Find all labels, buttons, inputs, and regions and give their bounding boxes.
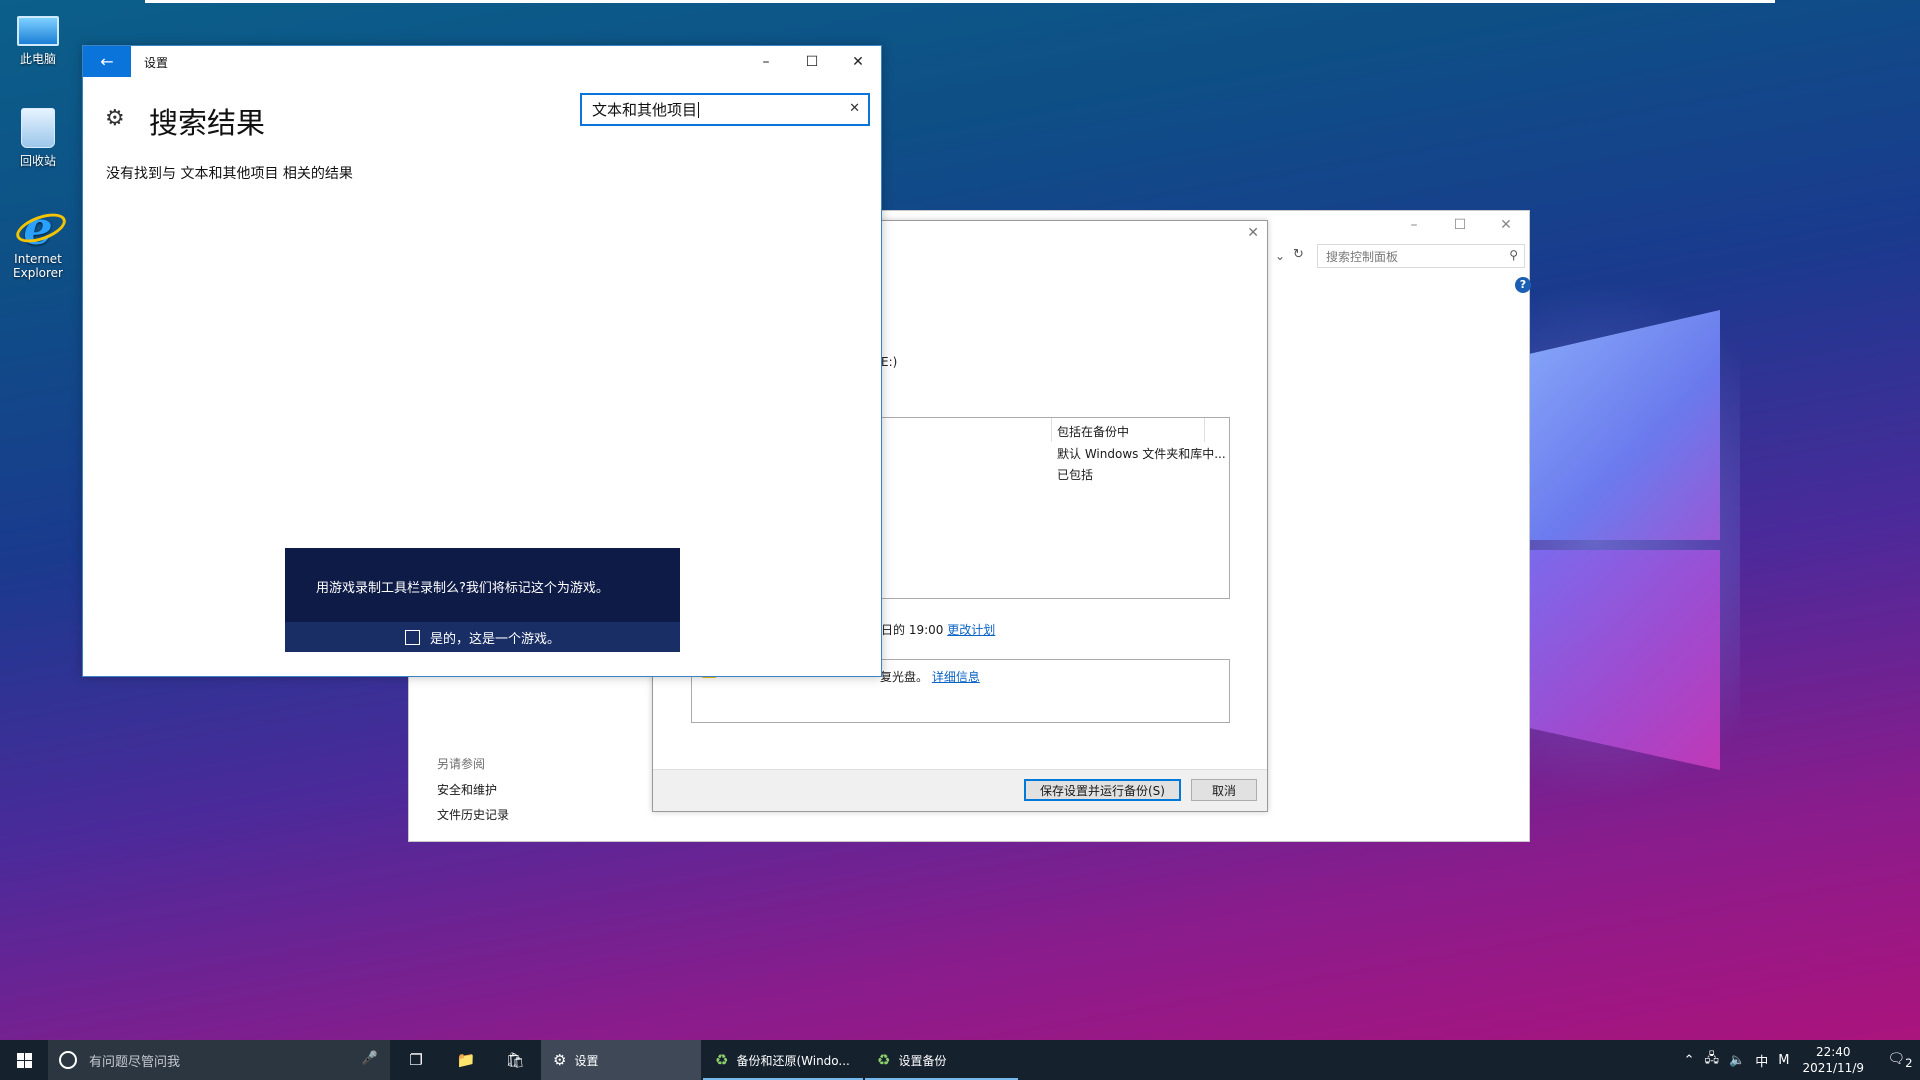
clock-date: 2021/11/9 (1802, 1061, 1864, 1075)
warning-message: 复光盘。 (880, 670, 929, 684)
task-view-icon[interactable]: ❐ (392, 1040, 440, 1080)
windows-logo-icon (16, 1052, 32, 1068)
settings-search-input[interactable]: 文本和其他项目 ✕ (580, 93, 870, 126)
backup-icon: ♻ (877, 1051, 891, 1069)
computer-icon (17, 16, 59, 46)
clear-search-icon[interactable]: ✕ (849, 101, 860, 116)
save-and-run-backup-button[interactable]: 保存设置并运行备份(S) (1024, 779, 1181, 801)
taskbar-search-box[interactable]: 有问题尽管问我 🎤 (48, 1040, 390, 1080)
gear-icon: ⚙ (105, 106, 125, 131)
window-title: 设置 (144, 56, 169, 70)
taskbar-app-label: 设置备份 (898, 1053, 947, 1068)
microphone-icon[interactable]: 🎤 (362, 1051, 378, 1066)
help-icon[interactable]: ? (1515, 277, 1531, 293)
recycle-bin-icon (21, 108, 55, 148)
close-icon[interactable]: ✕ (835, 46, 881, 77)
refresh-icon[interactable]: ↻ (1293, 247, 1304, 262)
address-dropdown-icon[interactable]: ⌄ (1275, 249, 1285, 263)
cancel-button[interactable]: 取消 (1191, 779, 1257, 801)
desktop-icon-recycle-bin[interactable]: 回收站 (6, 108, 70, 169)
no-results-message: 没有找到与 文本和其他项目 相关的结果 (106, 166, 353, 182)
desktop-icon-internet-explorer[interactable]: e Internet Explorer (6, 205, 70, 280)
taskbar-app-label: 备份和还原(Windo... (736, 1053, 850, 1068)
taskbar: 有问题尽管问我 🎤 ❐ 📁 🛍 ⚙ 设置 ♻ 备份和还原(Windo... ♻ … (0, 1040, 1920, 1080)
minimize-icon[interactable]: – (1391, 211, 1437, 239)
close-icon[interactable]: ✕ (1247, 225, 1259, 241)
file-explorer-icon[interactable]: 📁 (442, 1040, 490, 1080)
caption-buttons: – ☐ ✕ (743, 46, 881, 77)
control-panel-caption-buttons: – ☐ ✕ (1391, 211, 1529, 239)
schedule-text: 日的 19:00 更改计划 (881, 621, 995, 638)
checkbox-icon[interactable] (404, 629, 420, 645)
link-file-history[interactable]: 文件历史记录 (437, 806, 509, 823)
clock[interactable]: 22:40 2021/11/9 (1802, 1044, 1864, 1076)
dialog-footer: 保存设置并运行备份(S) 取消 (653, 769, 1267, 811)
game-bar-message: 用游戏录制工具栏录制么?我们将标记这个为游戏。 (316, 581, 609, 596)
link-security-maintenance[interactable]: 安全和维护 (437, 781, 497, 798)
close-icon[interactable]: ✕ (1483, 211, 1529, 239)
more-info-link[interactable]: 详细信息 (932, 670, 980, 684)
ime-language-indicator[interactable]: 中 (1755, 1051, 1768, 1070)
back-button[interactable]: ← (83, 46, 131, 77)
start-button[interactable] (0, 1040, 48, 1080)
control-panel-search-input[interactable]: 搜索控制面板 ⚲ (1317, 244, 1525, 268)
desktop-icon-label: Internet Explorer (13, 252, 63, 280)
network-icon[interactable]: 🖧 (1705, 1049, 1720, 1071)
list-item[interactable]: 已包括 (1057, 466, 1093, 483)
taskbar-search-placeholder: 有问题尽管问我 (89, 1054, 181, 1070)
desktop-icon-label: 此电脑 (19, 52, 56, 66)
gear-icon: ⚙ (553, 1051, 567, 1069)
volume-icon[interactable]: 🔈 (1729, 1053, 1745, 1068)
maximize-icon[interactable]: ☐ (1437, 211, 1483, 239)
warning-text: 复光盘。 详细信息 (880, 668, 980, 685)
game-bar-prompt: 用游戏录制工具栏录制么?我们将标记这个为游戏。 是的，这是一个游戏。 (285, 548, 680, 652)
search-icon[interactable]: ⚲ (1509, 248, 1518, 262)
text-caret (698, 101, 700, 118)
system-tray: ⌃ 🖧 🔈 中 M 22:40 2021/11/9 🗨2 (1679, 1040, 1920, 1080)
settings-window: ← 设置 – ☐ ✕ ⚙ 搜索结果 文本和其他项目 ✕ 没有找到与 文本和其他项… (82, 45, 882, 677)
search-placeholder: 搜索控制面板 (1326, 249, 1399, 264)
column-separator[interactable] (1051, 418, 1052, 442)
action-center-icon[interactable]: 🗨2 (1880, 1051, 1920, 1070)
list-header-included[interactable]: 包括在备份中 (1057, 423, 1129, 440)
show-hidden-icons-icon[interactable]: ⌃ (1684, 1053, 1695, 1068)
top-edge-line (145, 0, 1775, 3)
schedule-value: 日的 19:00 (881, 623, 944, 637)
store-icon[interactable]: 🛍 (491, 1040, 539, 1080)
cortana-icon (59, 1051, 77, 1069)
game-bar-option[interactable]: 是的，这是一个游戏。 (285, 622, 680, 652)
maximize-icon[interactable]: ☐ (789, 46, 835, 77)
internet-explorer-icon: e (17, 205, 59, 251)
list-item[interactable]: 默认 Windows 文件夹和库中... (1057, 445, 1226, 462)
back-arrow-icon: ← (100, 52, 114, 71)
taskbar-app-backup-restore[interactable]: ♻ 备份和还原(Windo... (703, 1040, 863, 1080)
change-schedule-link[interactable]: 更改计划 (947, 623, 995, 637)
notification-count: 2 (1905, 1055, 1913, 1070)
settings-titlebar[interactable]: ← 设置 – ☐ ✕ (83, 46, 881, 77)
game-bar-checkbox-label[interactable]: 是的，这是一个游戏。 (430, 628, 560, 647)
search-value: 文本和其他项目 (592, 101, 698, 119)
see-also-header: 另请参阅 (437, 757, 486, 771)
column-separator[interactable] (1204, 418, 1205, 442)
taskbar-app-settings[interactable]: ⚙ 设置 (541, 1040, 701, 1080)
clock-time: 22:40 (1815, 1045, 1851, 1059)
taskbar-app-label: 设置 (574, 1053, 599, 1068)
page-title: 搜索结果 (149, 106, 266, 140)
taskbar-app-backup-settings[interactable]: ♻ 设置备份 (865, 1040, 1018, 1080)
backup-icon: ♻ (715, 1051, 729, 1069)
desktop-icon-label: 回收站 (19, 154, 56, 168)
ime-mode-indicator[interactable]: M (1778, 1053, 1789, 1068)
desktop-icon-this-pc[interactable]: 此电脑 (6, 10, 70, 67)
backup-drive-text: E:) (881, 355, 898, 369)
minimize-icon[interactable]: – (743, 46, 789, 77)
